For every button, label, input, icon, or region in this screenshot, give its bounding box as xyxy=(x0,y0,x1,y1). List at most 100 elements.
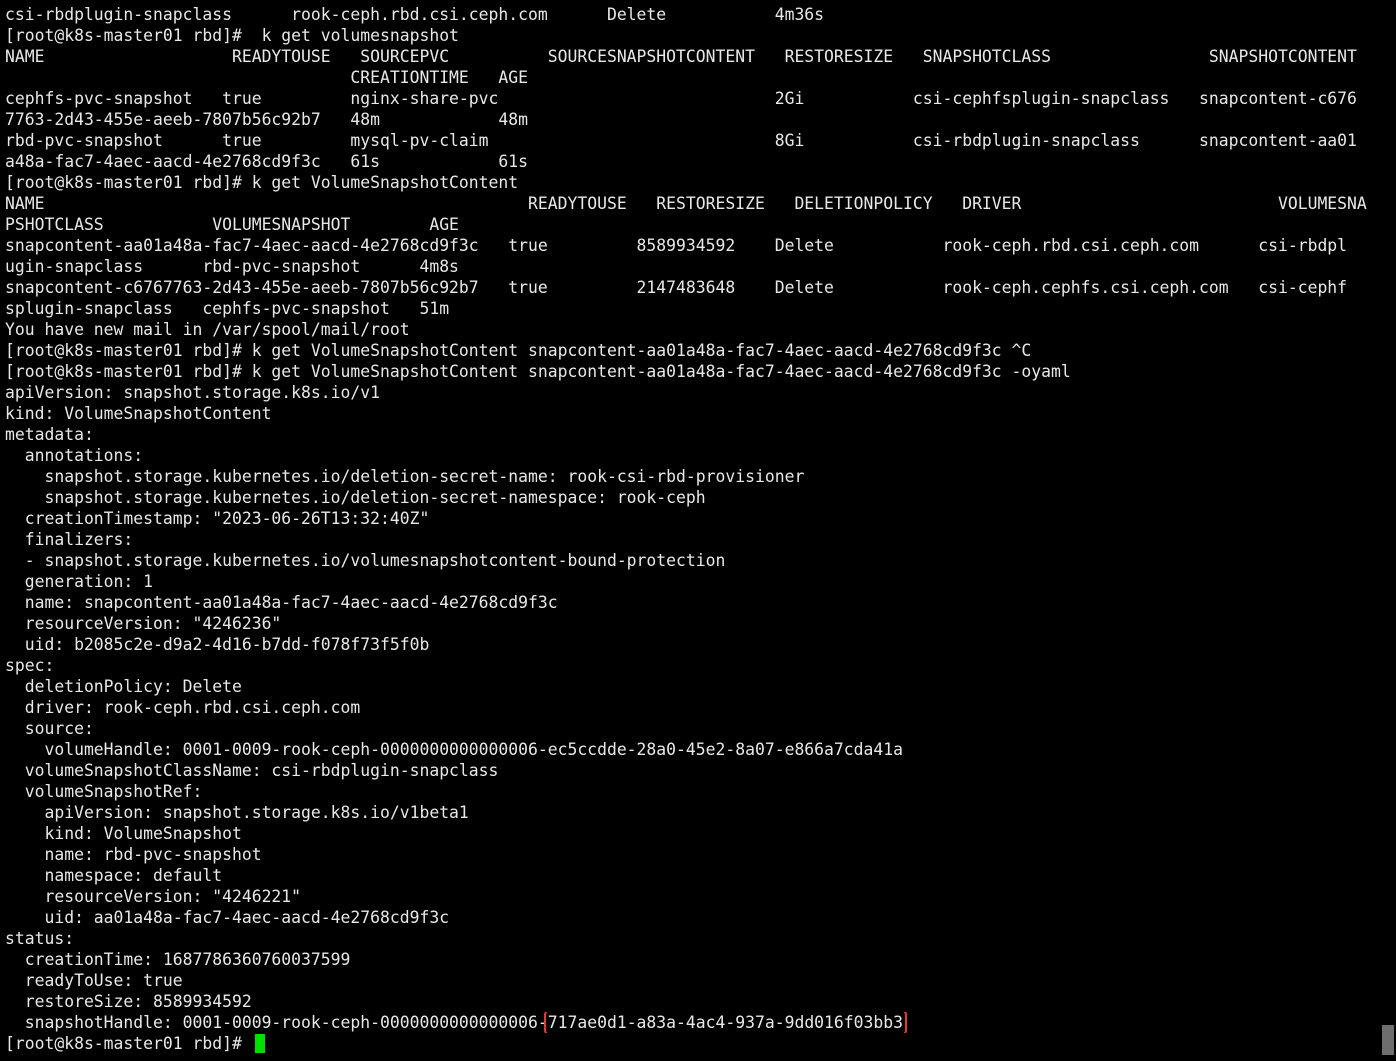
terminal-text: PSHOTCLASS VOLUMESNAPSHOT AGE xyxy=(5,215,459,234)
terminal-line: snapshot.storage.kubernetes.io/deletion-… xyxy=(5,487,1380,508)
terminal-text: a48a-fac7-4aec-aacd-4e2768cd9f3c 61s 61s xyxy=(5,152,529,171)
terminal-text: generation: 1 xyxy=(5,572,154,591)
terminal-line: - snapshot.storage.kubernetes.io/volumes… xyxy=(5,550,1380,571)
terminal-text: creationTime: 1687786360760037599 xyxy=(5,950,351,969)
terminal-text: resourceVersion: "4246221" xyxy=(5,887,302,906)
terminal-line: NAME READYTOUSE RESTORESIZE DELETIONPOLI… xyxy=(5,193,1380,214)
terminal-text: source: xyxy=(5,719,94,738)
terminal-text: apiVersion: snapshot.storage.k8s.io/v1be… xyxy=(5,803,469,822)
terminal-line: kind: VolumeSnapshot xyxy=(5,823,1380,844)
terminal-text: snapcontent-c6767763-2d43-455e-aeeb-7807… xyxy=(5,278,1348,297)
terminal-cursor xyxy=(254,1034,265,1053)
terminal-text: cephfs-pvc-snapshot true nginx-share-pvc… xyxy=(5,89,1357,108)
terminal-text: uid: aa01a48a-fac7-4aec-aacd-4e2768cd9f3… xyxy=(5,908,450,927)
terminal-line: snapcontent-c6767763-2d43-455e-aeeb-7807… xyxy=(5,277,1380,298)
terminal-line: source: xyxy=(5,718,1380,739)
terminal-text: snapshot.storage.kubernetes.io/deletion-… xyxy=(5,467,805,486)
terminal-line: volumeSnapshotClassName: csi-rbdplugin-s… xyxy=(5,760,1380,781)
terminal-line: name: rbd-pvc-snapshot xyxy=(5,844,1380,865)
terminal-line: deletionPolicy: Delete xyxy=(5,676,1380,697)
terminal-text: restoreSize: 8589934592 xyxy=(5,992,252,1011)
terminal-text: NAME READYTOUSE SOURCEPVC SOURCESNAPSHOT… xyxy=(5,47,1357,66)
terminal-text: CREATIONTIME AGE xyxy=(5,68,529,87)
terminal-text: 7763-2d43-455e-aeeb-7807b56c92b7 48m 48m xyxy=(5,110,529,129)
terminal-text: driver: rook-ceph.rbd.csi.ceph.com xyxy=(5,698,361,717)
terminal-text: apiVersion: snapshot.storage.k8s.io/v1 xyxy=(5,383,380,402)
terminal-line: csi-rbdplugin-snapclass rook-ceph.rbd.cs… xyxy=(5,4,1380,25)
terminal-window[interactable]: csi-rbdplugin-snapclass rook-ceph.rbd.cs… xyxy=(0,0,1396,1061)
terminal-text: splugin-snapclass cephfs-pvc-snapshot 51… xyxy=(5,299,450,318)
terminal-line: kind: VolumeSnapshotContent xyxy=(5,403,1380,424)
terminal-text: snapcontent-aa01a48a-fac7-4aec-aacd-4e27… xyxy=(5,236,1348,255)
terminal-text: namespace: default xyxy=(5,866,223,885)
terminal-text: creationTimestamp: "2023-06-26T13:32:40Z… xyxy=(5,509,430,528)
terminal-text: volumeSnapshotRef: xyxy=(5,782,203,801)
terminal-line: cephfs-pvc-snapshot true nginx-share-pvc… xyxy=(5,88,1380,109)
terminal-text: uid: b2085c2e-d9a2-4d16-b7dd-f078f73f5f0… xyxy=(5,635,430,654)
terminal-text: volumeSnapshotClassName: csi-rbdplugin-s… xyxy=(5,761,499,780)
terminal-text: [root@k8s-master01 rbd]# k get VolumeSna… xyxy=(5,362,1071,381)
terminal-line: apiVersion: snapshot.storage.k8s.io/v1be… xyxy=(5,802,1380,823)
terminal-text: [root@k8s-master01 rbd]# k get volumesna… xyxy=(5,26,459,45)
terminal-text: ugin-snapclass rbd-pvc-snapshot 4m8s xyxy=(5,257,459,276)
terminal-text: volumeHandle: 0001-0009-rook-ceph-000000… xyxy=(5,740,903,759)
terminal-text: csi-rbdplugin-snapclass rook-ceph.rbd.cs… xyxy=(5,5,825,24)
terminal-line: splugin-snapclass cephfs-pvc-snapshot 51… xyxy=(5,298,1380,319)
terminal-text: readyToUse: true xyxy=(5,971,183,990)
scrollbar-thumb[interactable] xyxy=(1382,1025,1394,1055)
terminal-line: PSHOTCLASS VOLUMESNAPSHOT AGE xyxy=(5,214,1380,235)
terminal-line: [root@k8s-master01 rbd]# k get VolumeSna… xyxy=(5,361,1380,382)
terminal-line: creationTime: 1687786360760037599 xyxy=(5,949,1380,970)
terminal-line: uid: aa01a48a-fac7-4aec-aacd-4e2768cd9f3… xyxy=(5,907,1380,928)
terminal-line: status: xyxy=(5,928,1380,949)
terminal-line: NAME READYTOUSE SOURCEPVC SOURCESNAPSHOT… xyxy=(5,46,1380,67)
terminal-line: name: snapcontent-aa01a48a-fac7-4aec-aac… xyxy=(5,592,1380,613)
terminal-line: [root@k8s-master01 rbd]# k get VolumeSna… xyxy=(5,340,1380,361)
terminal-line: volumeSnapshotRef: xyxy=(5,781,1380,802)
vertical-scrollbar[interactable] xyxy=(1380,0,1396,1061)
highlighted-snapshot-id: 717ae0d1-a83a-4ac4-937a-9dd016f03bb3 xyxy=(543,1012,908,1033)
terminal-text: spec: xyxy=(5,656,55,675)
terminal-text: [root@k8s-master01 rbd]# k get VolumeSna… xyxy=(5,341,1032,360)
terminal-line: restoreSize: 8589934592 xyxy=(5,991,1380,1012)
terminal-text: snapshot.storage.kubernetes.io/deletion-… xyxy=(5,488,706,507)
terminal-text: kind: VolumeSnapshot xyxy=(5,824,242,843)
terminal-line: snapcontent-aa01a48a-fac7-4aec-aacd-4e27… xyxy=(5,235,1380,256)
terminal-text: snapshotHandle: 0001-0009-rook-ceph-0000… xyxy=(5,1013,548,1032)
terminal-line: readyToUse: true xyxy=(5,970,1380,991)
terminal-line: finalizers: xyxy=(5,529,1380,550)
terminal-line: [root@k8s-master01 rbd]# xyxy=(5,1033,1380,1054)
terminal-line: [root@k8s-master01 rbd]# k get volumesna… xyxy=(5,25,1380,46)
terminal-line: resourceVersion: "4246221" xyxy=(5,886,1380,907)
terminal-text: kind: VolumeSnapshotContent xyxy=(5,404,272,423)
terminal-line: creationTimestamp: "2023-06-26T13:32:40Z… xyxy=(5,508,1380,529)
terminal-line: CREATIONTIME AGE xyxy=(5,67,1380,88)
terminal-line: apiVersion: snapshot.storage.k8s.io/v1 xyxy=(5,382,1380,403)
terminal-line: [root@k8s-master01 rbd]# k get VolumeSna… xyxy=(5,172,1380,193)
terminal-line: You have new mail in /var/spool/mail/roo… xyxy=(5,319,1380,340)
terminal-line: snapshotHandle: 0001-0009-rook-ceph-0000… xyxy=(5,1012,1380,1033)
terminal-output: csi-rbdplugin-snapclass rook-ceph.rbd.cs… xyxy=(5,4,1380,1054)
terminal-text: [root@k8s-master01 rbd]# xyxy=(5,1034,252,1053)
terminal-line: a48a-fac7-4aec-aacd-4e2768cd9f3c 61s 61s xyxy=(5,151,1380,172)
terminal-line: generation: 1 xyxy=(5,571,1380,592)
terminal-line: ugin-snapclass rbd-pvc-snapshot 4m8s xyxy=(5,256,1380,277)
terminal-text: [root@k8s-master01 rbd]# k get VolumeSna… xyxy=(5,173,519,192)
terminal-line: 7763-2d43-455e-aeeb-7807b56c92b7 48m 48m xyxy=(5,109,1380,130)
terminal-text: name: rbd-pvc-snapshot xyxy=(5,845,262,864)
terminal-text: metadata: xyxy=(5,425,94,444)
terminal-line: uid: b2085c2e-d9a2-4d16-b7dd-f078f73f5f0… xyxy=(5,634,1380,655)
terminal-text: You have new mail in /var/spool/mail/roo… xyxy=(5,320,410,339)
terminal-line: resourceVersion: "4246236" xyxy=(5,613,1380,634)
terminal-line: snapshot.storage.kubernetes.io/deletion-… xyxy=(5,466,1380,487)
terminal-text: deletionPolicy: Delete xyxy=(5,677,242,696)
terminal-line: volumeHandle: 0001-0009-rook-ceph-000000… xyxy=(5,739,1380,760)
terminal-text: rbd-pvc-snapshot true mysql-pv-claim 8Gi… xyxy=(5,131,1357,150)
terminal-text: status: xyxy=(5,929,75,948)
terminal-text: resourceVersion: "4246236" xyxy=(5,614,282,633)
terminal-line: annotations: xyxy=(5,445,1380,466)
terminal-text: annotations: xyxy=(5,446,144,465)
terminal-line: spec: xyxy=(5,655,1380,676)
terminal-text: name: snapcontent-aa01a48a-fac7-4aec-aac… xyxy=(5,593,558,612)
terminal-text: - snapshot.storage.kubernetes.io/volumes… xyxy=(5,551,726,570)
